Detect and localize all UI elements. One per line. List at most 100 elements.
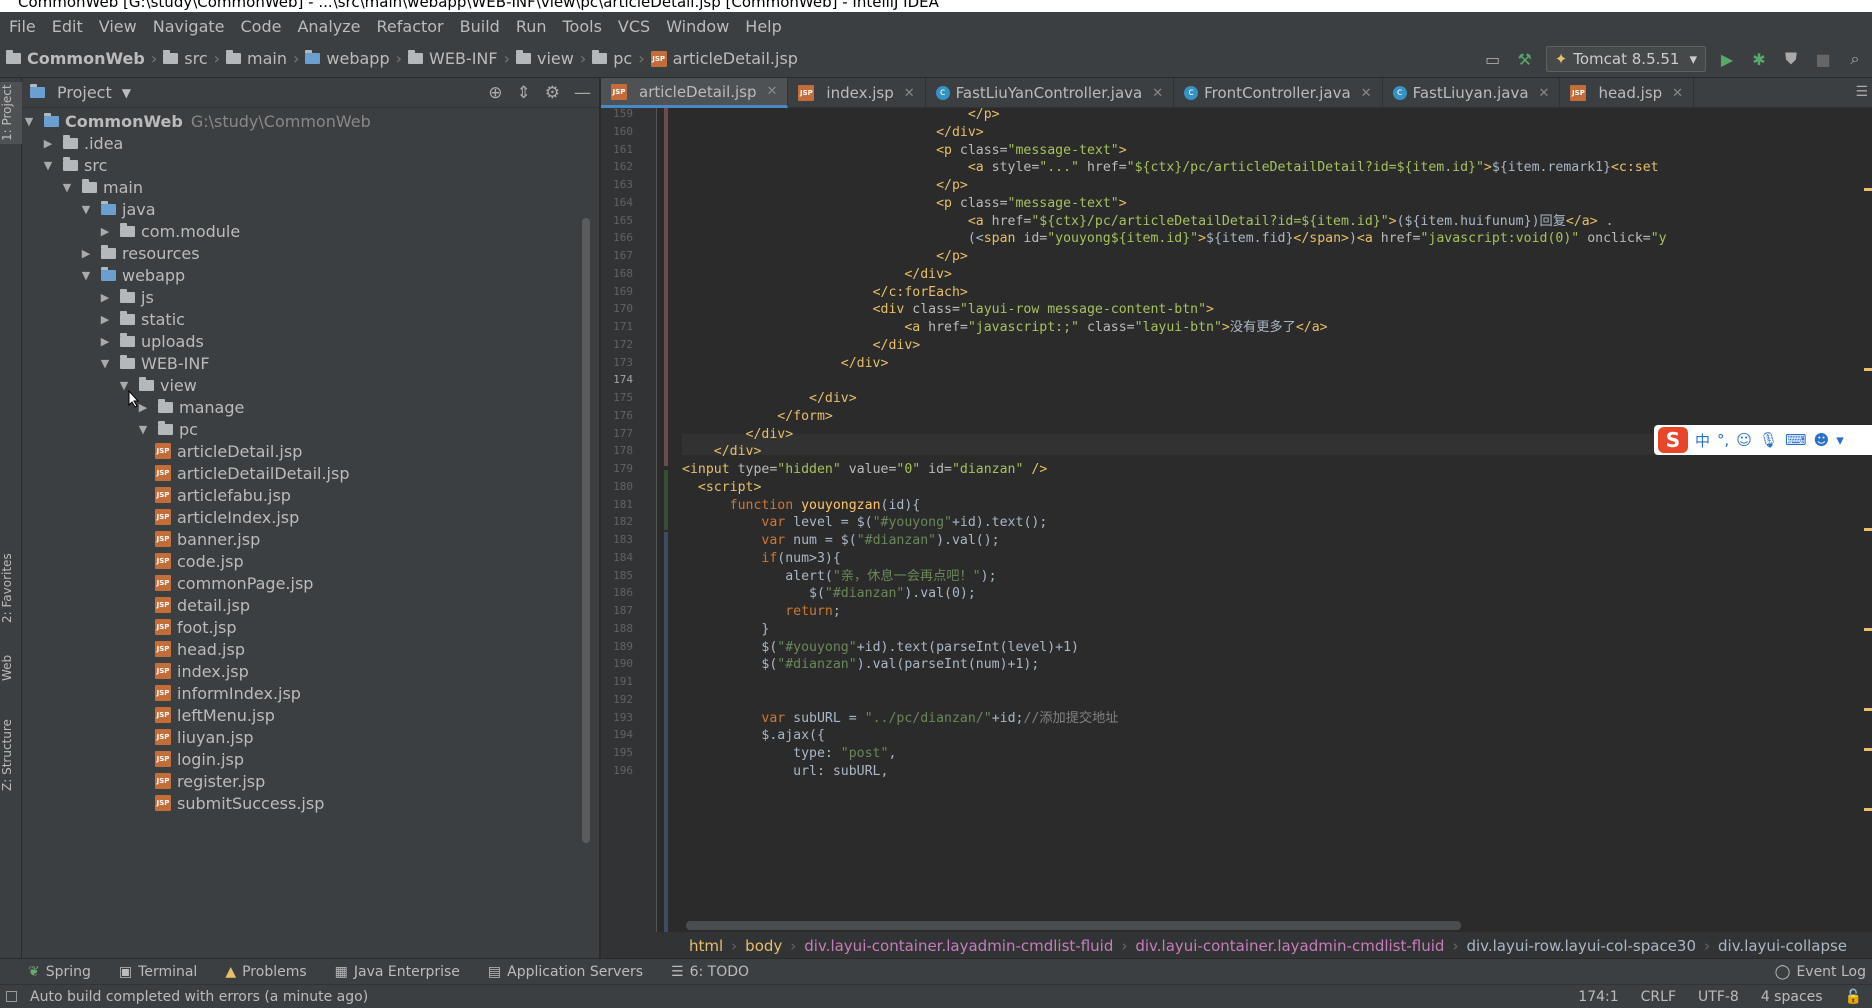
line-number[interactable]: 194 <box>601 728 633 741</box>
crumb-file[interactable]: articleDetail.jsp <box>673 49 798 68</box>
expanded-arrow-icon[interactable]: ▼ <box>60 181 74 194</box>
punctuation-icon[interactable]: °, <box>1717 431 1729 449</box>
coverage-icon[interactable]: ⛊ <box>1780 48 1802 70</box>
tool-window-java-enterprise[interactable]: ▦ Java Enterprise <box>335 964 460 980</box>
status-message[interactable]: Auto build completed with errors (a minu… <box>30 989 368 1005</box>
collapsed-arrow-icon[interactable]: ▶ <box>98 313 112 326</box>
line-number[interactable]: 162 <box>601 160 633 173</box>
tree-node[interactable]: ▼ src <box>41 154 108 176</box>
keyboard-icon[interactable]: ⌨ <box>1785 431 1807 449</box>
code-editor[interactable]: </p> </div> <p class="message-text"> <a … <box>682 108 1862 924</box>
tree-node[interactable]: JSP index.jsp <box>155 660 249 682</box>
line-number[interactable]: 186 <box>601 586 633 599</box>
tree-node[interactable]: JSP liuyan.jsp <box>155 726 253 748</box>
indent-setting[interactable]: 4 spaces <box>1761 989 1823 1005</box>
build-hammer-icon[interactable]: ⚒ <box>1514 48 1536 70</box>
stripe-marker[interactable] <box>1864 708 1872 711</box>
tree-node[interactable]: ▶ .idea <box>41 132 124 154</box>
editor-tab[interactable]: c FastLiuyan.java ✕ <box>1383 78 1561 108</box>
expanded-arrow-icon[interactable]: ▼ <box>79 269 93 282</box>
menu-edit[interactable]: Edit <box>45 17 92 36</box>
expand-arrow-icon[interactable]: ▼ <box>22 115 36 128</box>
minimize-icon[interactable]: — <box>574 83 591 103</box>
tree-node[interactable]: JSP login.jsp <box>155 748 244 770</box>
menu-build[interactable]: Build <box>453 17 509 36</box>
crumb-src[interactable]: src <box>184 49 207 68</box>
line-number[interactable]: 174 <box>601 373 633 386</box>
editor-tab[interactable]: JSP head.jsp ✕ <box>1560 78 1695 108</box>
path-element[interactable]: html <box>689 937 723 955</box>
run-configuration-select[interactable]: ✦ Tomcat 8.5.51 ▾ <box>1545 46 1706 72</box>
emoji-icon[interactable]: ☺ <box>1736 431 1752 449</box>
line-number[interactable]: 161 <box>601 143 633 156</box>
tool-window-problems[interactable]: ▲ Problems <box>225 964 306 980</box>
tool-window-spring[interactable]: ❦ Spring <box>28 964 91 980</box>
search-icon[interactable]: ⌕ <box>1844 48 1866 70</box>
user-icon[interactable]: ☻ <box>1814 431 1830 449</box>
editor-tab[interactable]: c FrontController.java ✕ <box>1174 78 1383 108</box>
editor-horizontal-scrollbar[interactable] <box>686 921 1461 930</box>
crumb-main[interactable]: main <box>247 49 287 68</box>
tree-node[interactable]: JSP articleDetailDetail.jsp <box>155 462 349 484</box>
tree-node[interactable]: JSP foot.jsp <box>155 616 237 638</box>
line-number[interactable]: 195 <box>601 746 633 759</box>
menu-help[interactable]: Help <box>738 17 790 36</box>
close-tab-icon[interactable]: ✕ <box>767 84 778 99</box>
collapsed-arrow-icon[interactable]: ▶ <box>98 335 112 348</box>
menu-view[interactable]: View <box>92 17 146 36</box>
line-number[interactable]: 163 <box>601 178 633 191</box>
tree-node[interactable]: JSP banner.jsp <box>155 528 260 550</box>
tree-node[interactable]: JSP code.jsp <box>155 550 244 572</box>
tool-window-todo[interactable]: ☰ 6: TODO <box>671 964 749 980</box>
line-number[interactable]: 183 <box>601 533 633 546</box>
menu-navigate[interactable]: Navigate <box>146 17 234 36</box>
tree-node[interactable]: JSP articleDetail.jsp <box>155 440 302 462</box>
line-number[interactable]: 180 <box>601 480 633 493</box>
tree-node[interactable]: ▼ main <box>60 176 143 198</box>
line-number[interactable]: 167 <box>601 249 633 262</box>
line-number[interactable]: 166 <box>601 231 633 244</box>
expanded-arrow-icon[interactable]: ▼ <box>136 423 150 436</box>
line-number[interactable]: 176 <box>601 409 633 422</box>
menu-refactor[interactable]: Refactor <box>370 17 453 36</box>
sogou-logo-icon[interactable]: S <box>1658 427 1688 453</box>
editor-tab[interactable]: JSP index.jsp ✕ <box>788 78 926 108</box>
line-number[interactable]: 178 <box>601 444 633 457</box>
line-number[interactable]: 160 <box>601 125 633 138</box>
line-number[interactable]: 165 <box>601 214 633 227</box>
status-toggle-icon[interactable] <box>6 991 17 1002</box>
stripe-marker[interactable] <box>1864 628 1872 631</box>
tree-node[interactable]: ▶ js <box>98 286 154 308</box>
tree-node[interactable]: ▶ com.module <box>98 220 240 242</box>
line-number[interactable]: 171 <box>601 320 633 333</box>
path-element[interactable]: body <box>745 937 782 955</box>
close-tab-icon[interactable]: ✕ <box>1361 86 1372 101</box>
tree-root[interactable]: ▼ CommonWeb G:\study\CommonWeb <box>22 110 371 132</box>
menu-window[interactable]: Window <box>659 17 738 36</box>
line-number[interactable]: 168 <box>601 267 633 280</box>
collapsed-arrow-icon[interactable]: ▶ <box>41 137 55 150</box>
close-tab-icon[interactable]: ✕ <box>1672 86 1683 101</box>
tree-node[interactable]: ▶ static <box>98 308 185 330</box>
code-line[interactable]: $("#dianzan").val(parseInt(num)+1); <box>682 654 1039 675</box>
stripe-marker[interactable] <box>1864 808 1872 811</box>
path-element[interactable]: div.layui-row.layui-col-space30 <box>1466 937 1696 955</box>
stripe-marker[interactable] <box>1864 368 1872 371</box>
tree-node[interactable]: JSP register.jsp <box>155 770 265 792</box>
close-tab-icon[interactable]: ✕ <box>1539 86 1550 101</box>
menu-vcs[interactable]: VCS <box>611 17 659 36</box>
tree-node[interactable]: ▶ uploads <box>98 330 204 352</box>
line-number[interactable]: 185 <box>601 569 633 582</box>
line-number[interactable]: 175 <box>601 391 633 404</box>
tree-node[interactable]: JSP head.jsp <box>155 638 245 660</box>
chevron-down-icon[interactable]: ▼ <box>122 86 131 100</box>
tree-node[interactable]: JSP articleIndex.jsp <box>155 506 299 528</box>
stop-icon[interactable]: ■ <box>1812 48 1834 70</box>
code-line[interactable]: </div> <box>682 353 889 374</box>
line-number[interactable]: 188 <box>601 622 633 635</box>
tool-window-application-servers[interactable]: ▤ Application Servers <box>488 964 643 980</box>
crumb-view[interactable]: view <box>537 49 574 68</box>
event-log-button[interactable]: ◯ Event Log <box>1775 959 1866 985</box>
tree-node[interactable]: ▼ webapp <box>79 264 185 286</box>
line-number[interactable]: 181 <box>601 498 633 511</box>
